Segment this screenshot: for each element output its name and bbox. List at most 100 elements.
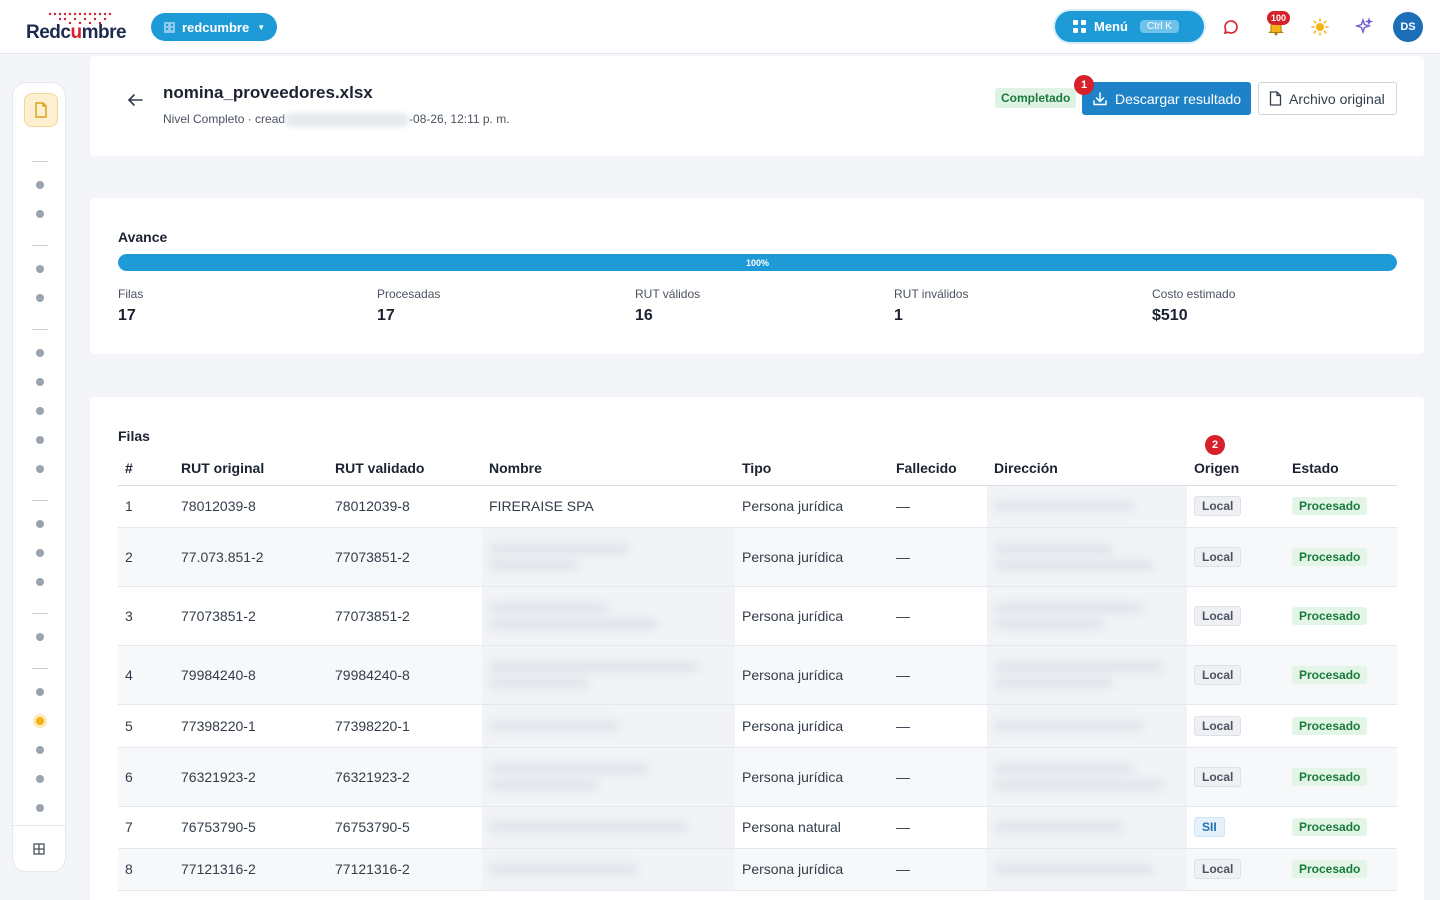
grid-icon (1073, 20, 1086, 33)
rail-nav-item[interactable] (36, 688, 44, 696)
rail-nav-item[interactable] (36, 520, 44, 528)
table-row[interactable]: 2 77.073.851-2 77073851-2 Persona jurídi… (118, 527, 1397, 587)
redacted-name (482, 704, 735, 748)
stat-rows: Filas 17 (118, 287, 144, 324)
column-header[interactable]: Fallecido (889, 451, 987, 486)
table-row[interactable]: 5 77398220-1 77398220-1 Persona jurídica… (118, 704, 1397, 748)
rail-divider (32, 329, 48, 330)
menu-label: Menú (1094, 19, 1128, 34)
redacted-name (482, 848, 735, 891)
status-badge: Completado (995, 88, 1077, 108)
state-badge: Procesado (1292, 665, 1368, 684)
table-row[interactable]: 8 77121316-2 77121316-2 Persona jurídica… (118, 848, 1397, 891)
rail-nav-item[interactable] (36, 746, 44, 754)
rows-title: Filas (118, 428, 150, 444)
rail-nav-item[interactable] (36, 294, 44, 302)
column-header[interactable]: Origen (1187, 451, 1285, 486)
rail-nav-item[interactable] (36, 265, 44, 273)
theme-toggle-button[interactable] (1306, 13, 1334, 41)
state-badge: Procesado (1292, 606, 1368, 625)
progress-percent: 100% (745, 257, 770, 268)
side-rail (12, 82, 66, 872)
rail-documents-button[interactable] (24, 93, 58, 127)
rail-nav-item[interactable] (36, 578, 44, 586)
step-marker-download: 1 (1074, 75, 1094, 95)
column-header[interactable]: Dirección (987, 451, 1187, 486)
progress-bar: 100% (118, 254, 1397, 271)
redacted-address (987, 806, 1187, 849)
back-arrow-icon[interactable] (126, 90, 146, 110)
column-header[interactable]: Tipo (735, 451, 889, 486)
rail-nav-item[interactable] (36, 436, 44, 444)
stat-invalid-rut: RUT inválidos 1 (894, 287, 969, 324)
rail-nav-item[interactable] (36, 210, 44, 218)
table-header-row: # RUT original RUT validado Nombre Tipo … (118, 451, 1397, 486)
file-meta: Nivel Completo · cread -08-26, 12:11 p. m… (163, 112, 510, 127)
table-row[interactable]: 7 76753790-5 76753790-5 Persona natural … (118, 806, 1397, 849)
redacted-address (987, 747, 1187, 807)
redacted-name (482, 527, 735, 587)
rows-card: Filas 2 # RUT original RUT validado Nomb… (90, 397, 1424, 900)
logo-wordmark: Redcumbre (26, 22, 127, 43)
building-icon (164, 21, 175, 33)
table-row[interactable]: 1 78012039-8 78012039-8 FIRERAISE SPA Pe… (118, 485, 1397, 528)
rail-divider (32, 668, 48, 669)
table-row[interactable]: 3 77073851-2 77073851-2 Persona jurídica… (118, 586, 1397, 646)
redacted-address (987, 848, 1187, 891)
progress-card: Avance 100% Filas 17 Procesadas 17 RUT v… (90, 198, 1424, 354)
rail-nav-item[interactable] (36, 804, 44, 812)
rail-nav-item[interactable] (36, 407, 44, 415)
organization-selector[interactable]: redcumbre ▼ (151, 13, 278, 41)
redacted-address (987, 704, 1187, 748)
origin-badge: Local (1194, 766, 1242, 787)
redacted-date (285, 112, 410, 127)
column-header[interactable]: RUT validado (328, 451, 482, 486)
menu-button[interactable]: Menú Ctrl K (1055, 11, 1204, 42)
rail-divider (32, 245, 48, 246)
column-header[interactable]: RUT original (174, 451, 328, 486)
state-badge: Procesado (1292, 716, 1368, 735)
file-header-card: nomina_proveedores.xlsx Nivel Completo ·… (90, 56, 1424, 156)
origin-badge: Local (1194, 546, 1242, 567)
redcumbre-logo[interactable]: Redcumbre (26, 12, 138, 43)
caret-down-icon: ▼ (257, 22, 266, 32)
rows-table: # RUT original RUT validado Nombre Tipo … (118, 451, 1397, 891)
rail-nav-item[interactable] (36, 465, 44, 473)
rail-nav-item[interactable] (36, 378, 44, 386)
rail-apps-button[interactable] (13, 825, 65, 871)
name-cell: FIRERAISE SPA (482, 485, 735, 528)
file-icon (1269, 91, 1282, 106)
organization-name: redcumbre (182, 19, 250, 35)
rail-divider (32, 500, 48, 501)
table-row[interactable]: 4 79984240-8 79984240-8 Persona jurídica… (118, 645, 1397, 705)
rail-nav-item[interactable] (36, 775, 44, 783)
download-icon (1093, 91, 1107, 105)
rail-divider (32, 613, 48, 614)
sparkles-icon (1355, 18, 1373, 35)
rail-nav-item[interactable] (36, 181, 44, 189)
state-badge: Procesado (1292, 547, 1368, 566)
ai-assistant-button[interactable] (1350, 13, 1378, 41)
column-header[interactable]: Estado (1285, 451, 1397, 486)
rail-nav-item[interactable] (36, 549, 44, 557)
chat-bubble-icon (1223, 20, 1238, 35)
download-result-button[interactable]: Descargar resultado (1082, 82, 1251, 115)
rail-nav-item[interactable] (36, 633, 44, 641)
table-row[interactable]: 6 76321923-2 76321923-2 Persona jurídica… (118, 747, 1397, 807)
origin-badge: Local (1194, 664, 1242, 685)
chat-button[interactable] (1217, 13, 1245, 41)
redacted-address (987, 586, 1187, 646)
notifications-count-badge: 100 (1267, 11, 1291, 25)
redacted-name (482, 645, 735, 705)
user-avatar[interactable]: DS (1393, 12, 1423, 42)
column-header[interactable]: Nombre (482, 451, 735, 486)
column-header[interactable]: # (118, 451, 174, 486)
original-file-button[interactable]: Archivo original (1258, 82, 1397, 115)
apps-grid-icon (33, 842, 45, 855)
rail-nav-item[interactable] (36, 349, 44, 357)
stat-processed: Procesadas 17 (377, 287, 441, 324)
rail-nav-item-active[interactable] (36, 717, 44, 725)
stat-estimated-cost: Costo estimado $510 (1152, 287, 1236, 324)
progress-title: Avance (118, 229, 168, 245)
redacted-name (482, 747, 735, 807)
